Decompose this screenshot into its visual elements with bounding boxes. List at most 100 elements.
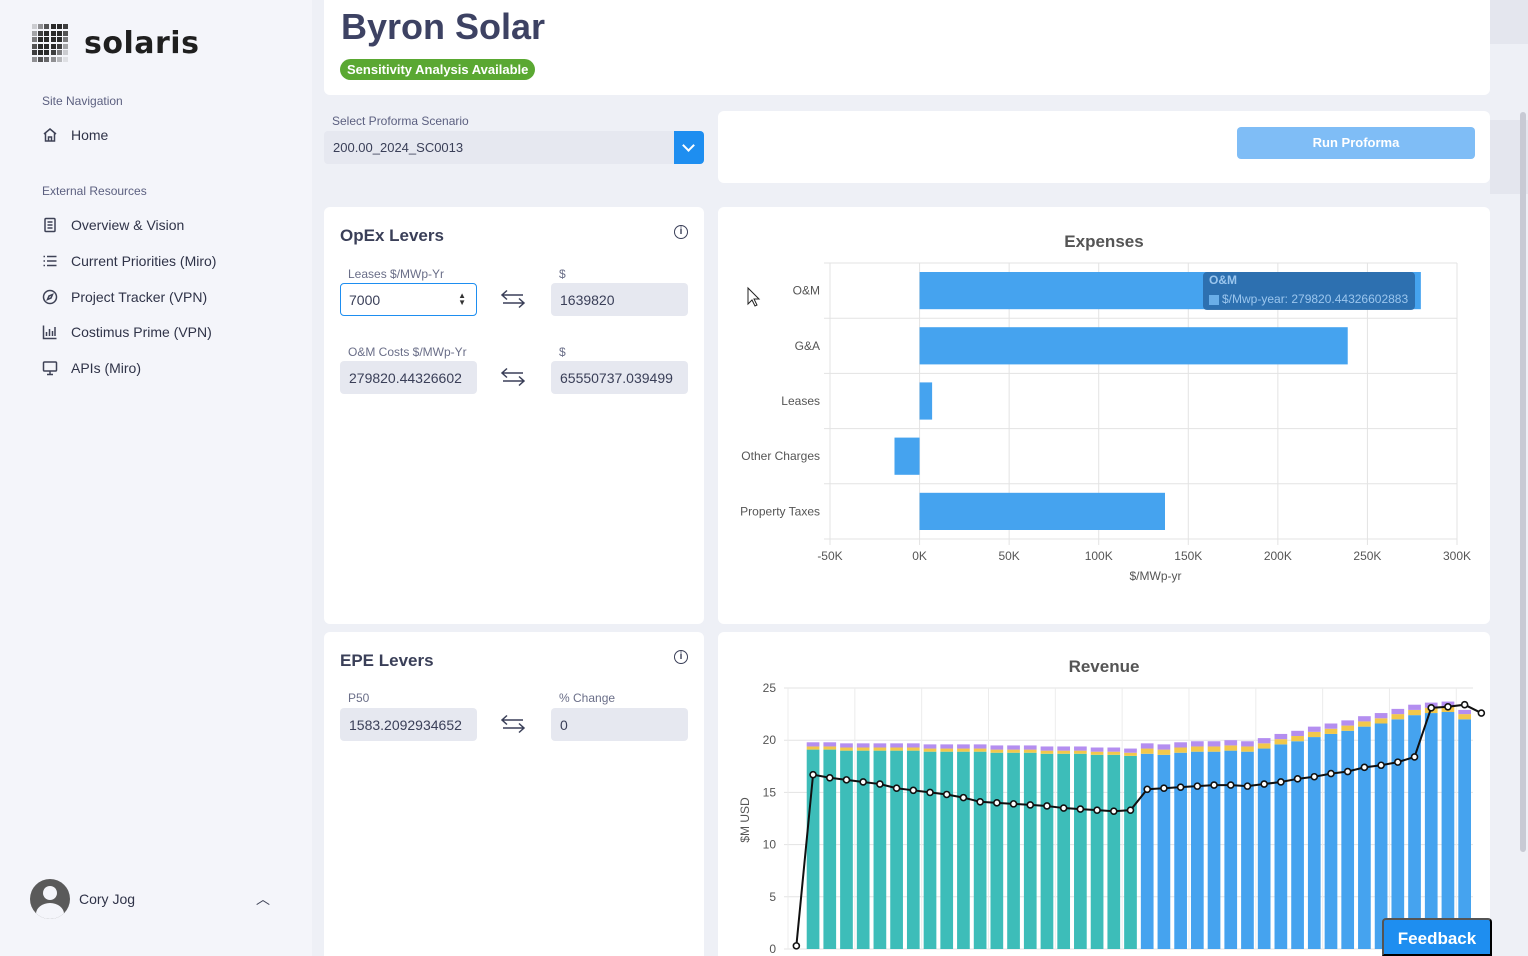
y-tick-label: G&A (795, 339, 820, 353)
revenue-bar-segment (823, 746, 837, 750)
tooltip-title: O&M (1209, 273, 1237, 287)
revenue-bar-segment (1358, 721, 1371, 727)
revenue-bar-segment (1007, 752, 1020, 949)
info-icon[interactable]: i (674, 225, 688, 239)
user-menu[interactable]: Cory Jog ︿ (30, 879, 270, 919)
sidebar-item-overview[interactable]: Overview & Vision (42, 217, 184, 233)
revenue-bar-segment (840, 743, 853, 748)
logo-mark-icon (32, 24, 70, 62)
revenue-bar-segment (957, 744, 970, 749)
line-point (1026, 801, 1035, 809)
line-point (809, 770, 817, 779)
revenue-chart: 0 5 10 15 20 25 $M USD (738, 681, 1486, 956)
info-icon[interactable]: i (674, 650, 688, 664)
revenue-bar-segment (990, 752, 1004, 949)
leases-input[interactable]: 7000 ▲ ▼ (340, 283, 477, 316)
om-input[interactable]: 279820.44326602 (340, 361, 477, 394)
scenario-value: 200.00_2024_SC0013 (333, 140, 464, 155)
revenue-bar-segment (923, 744, 937, 749)
line-point (1243, 782, 1252, 790)
revenue-bar-segment (1274, 733, 1288, 740)
line-point (892, 784, 901, 793)
p50-label: P50 (348, 691, 370, 705)
revenue-bar-segment (1140, 753, 1154, 949)
change-label: % Change (559, 691, 616, 705)
run-card: Run Proforma (718, 111, 1490, 183)
sidebar-item-home[interactable]: Home (42, 127, 108, 143)
chevron-down-icon[interactable] (674, 131, 704, 164)
revenue-bar-segment (923, 748, 937, 752)
revenue-bar-segment (906, 750, 920, 949)
revenue-bar-segment (1291, 730, 1304, 737)
revenue-bar-segment (1307, 731, 1321, 738)
stepper-icon[interactable]: ▲ ▼ (458, 292, 466, 307)
change-input[interactable]: 0 (551, 708, 688, 741)
scenario-select[interactable]: 200.00_2024_SC0013 (324, 131, 704, 164)
logo-text: solaris (84, 25, 200, 61)
om-dollar-input[interactable]: 65550737.039499 (551, 361, 688, 394)
logo[interactable]: solaris (32, 24, 199, 62)
scenario-label: Select Proforma Scenario (332, 114, 469, 128)
revenue-bar-segment (957, 748, 970, 752)
opex-levers-card: OpEx Levers i Leases $/MWp-Yr 7000 ▲ ▼ $ … (324, 207, 704, 624)
revenue-bar-segment (1140, 743, 1154, 749)
revenue-bar-segment (940, 751, 954, 949)
sidebar-item-apis[interactable]: APIs (Miro) (42, 360, 141, 376)
revenue-bar-segment (890, 747, 903, 751)
revenue-bar-segment (1458, 719, 1471, 949)
revenue-bar-segment (1274, 744, 1288, 949)
revenue-bar-segment (1174, 747, 1187, 753)
sidebar-item-priorities[interactable]: Current Priorities (Miro) (42, 253, 216, 269)
revenue-bar-segment (1174, 742, 1187, 748)
epe-levers-card: EPE Levers i P50 1583.2092934652 % Chang… (324, 632, 704, 956)
revenue-bar-segment (1391, 708, 1405, 715)
line-point (792, 942, 801, 950)
revenue-bar-segment (973, 748, 987, 752)
revenue-bar-segment (1241, 751, 1254, 949)
line-point (993, 799, 1001, 807)
om-dollar-label: $ (559, 345, 566, 359)
run-proforma-button[interactable]: Run Proforma (1237, 127, 1475, 159)
line-point (1460, 700, 1469, 709)
y-axis-label: $M USD (738, 797, 752, 843)
revenue-bar-segment (1074, 750, 1087, 754)
swap-icon (500, 289, 526, 309)
x-tick-label: 250K (1353, 549, 1381, 563)
revenue-bar-segment (1224, 745, 1238, 751)
revenue-bar-segment (906, 747, 920, 751)
revenue-bar-segment (890, 750, 903, 949)
line-point (876, 780, 884, 788)
revenue-bar-segment (940, 744, 954, 749)
leases-dollar-label: $ (559, 267, 566, 281)
revenue-bar-segment (1057, 746, 1071, 751)
line-point (1226, 781, 1235, 789)
line-point (1176, 783, 1185, 791)
revenue-bar-segment (1107, 747, 1121, 752)
revenue-bar-segment (1358, 716, 1371, 722)
leases-dollar-input[interactable]: 1639820 (551, 283, 688, 316)
revenue-bar-segment (1324, 723, 1338, 729)
project-header: Byron Solar Sensitivity Analysis Availab… (324, 0, 1490, 95)
revenue-bar-segment (1057, 750, 1071, 754)
sidebar-item-project-tracker[interactable]: Project Tracker (VPN) (42, 289, 207, 305)
x-axis-label: $/MWp-yr (1130, 569, 1182, 583)
home-icon (43, 128, 57, 142)
feedback-button[interactable]: Feedback (1382, 918, 1492, 956)
scrollbar[interactable] (1520, 112, 1526, 852)
revenue-bar-segment (1090, 747, 1104, 752)
revenue-bar-segment (1307, 726, 1321, 732)
bar-chart-icon (42, 325, 57, 340)
sidebar-item-label: Home (71, 127, 109, 143)
y-tick-label: 25 (763, 681, 777, 695)
sidebar-item-costimus[interactable]: Costimus Prime (VPN) (42, 324, 212, 340)
epe-title: EPE Levers (340, 651, 434, 670)
tooltip-swatch (1209, 295, 1219, 305)
revenue-bar-segment (1257, 748, 1271, 949)
revenue-bar-segment (1391, 719, 1405, 949)
revenue-bar-segment (1408, 704, 1421, 710)
line-point (959, 793, 968, 802)
revenue-bar-segment (1040, 753, 1054, 949)
line-point (1260, 780, 1268, 788)
chevron-up-icon[interactable]: ︿ (256, 889, 270, 909)
p50-input[interactable]: 1583.2092934652 (340, 708, 477, 741)
